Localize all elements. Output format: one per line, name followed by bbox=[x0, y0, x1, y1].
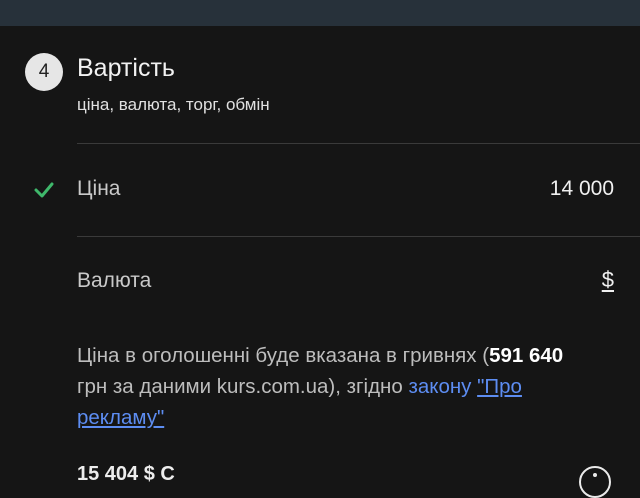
section-subtitle: ціна, валюта, торг, обмін bbox=[77, 95, 270, 114]
currency-selector[interactable]: $ bbox=[602, 267, 614, 293]
currency-row[interactable]: Валюта $ bbox=[0, 236, 640, 328]
notice-text-middle: грн за даними kurs.com.ua), згідно bbox=[77, 375, 409, 398]
check-icon bbox=[34, 182, 54, 198]
price-value: 14 000 bbox=[549, 177, 614, 200]
section-title: Вартість bbox=[77, 54, 175, 82]
notice-text-before: Ціна в оголошенні буде вказана в гривнях… bbox=[77, 344, 490, 367]
section-header: 4 Вартість ціна, валюта, торг, обмін bbox=[0, 26, 640, 142]
next-row-partial-text: 15 404 $ С bbox=[77, 463, 175, 485]
uah-amount: 591 640 bbox=[489, 344, 564, 367]
price-conversion-notice: Ціна в оголошенні буде вказана в гривнях… bbox=[77, 340, 597, 433]
law-prefix-link[interactable]: закону bbox=[408, 375, 477, 398]
currency-label: Валюта bbox=[77, 269, 152, 292]
info-icon[interactable] bbox=[579, 466, 611, 498]
price-label: Ціна bbox=[77, 177, 121, 200]
price-row[interactable]: Ціна 14 000 bbox=[0, 144, 640, 236]
step-number-badge: 4 bbox=[25, 53, 63, 91]
top-bar bbox=[0, 0, 640, 26]
